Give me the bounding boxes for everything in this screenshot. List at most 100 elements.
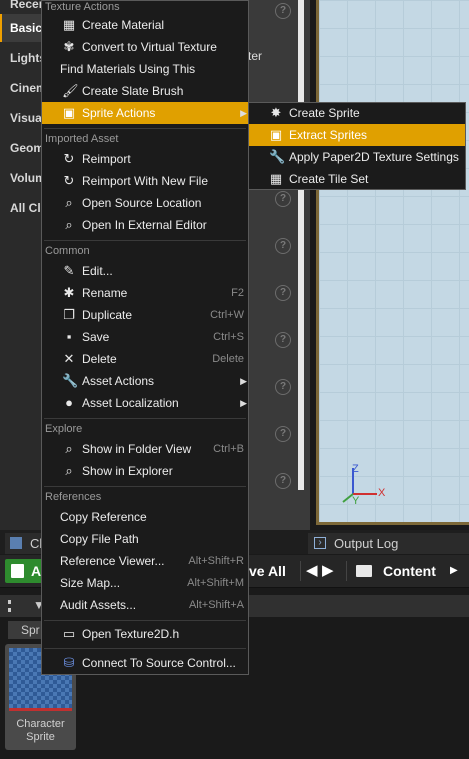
history-back-icon[interactable]: ◀ (306, 555, 318, 587)
reimport-file-icon: ↻ (63, 173, 75, 188)
help-icon[interactable]: ? (275, 332, 291, 348)
sprite-actions-icon: ▣ (62, 105, 76, 120)
save-icon: ▪ (66, 329, 72, 344)
menu-show-in-folder-view[interactable]: ⌕ Show in Folder View Ctrl+B (42, 438, 248, 460)
place-category-visual-effects[interactable]: Visual Effects (0, 104, 42, 132)
delete-icon: ✕ (63, 351, 75, 366)
reimport-icon: ↻ (63, 151, 75, 166)
asset-name: Character Sprite (16, 718, 65, 743)
place-category-volumes[interactable]: Volumes (0, 164, 42, 192)
folder-search-icon: ⌕ (65, 195, 73, 210)
save-all-button[interactable]: ve All (249, 555, 286, 587)
source-path-chip[interactable]: Spr (8, 621, 42, 639)
menu-rename[interactable]: ✱ Rename F2 (42, 282, 248, 304)
axis-y-label: Y (352, 495, 360, 507)
details-scrollbar[interactable] (298, 0, 304, 490)
output-log-icon: › (314, 537, 326, 549)
menu-separator (44, 240, 246, 241)
menu-create-material[interactable]: ▦ Create Material (42, 14, 248, 36)
asset-context-menu: Texture Actions ▦ Create Material ✾ Conv… (41, 0, 249, 675)
help-icon[interactable]: ? (275, 426, 291, 442)
duplicate-icon: ❐ (63, 307, 75, 322)
section-references: References (45, 491, 102, 503)
help-icon[interactable]: ? (275, 285, 291, 301)
menu-sprite-actions[interactable]: ▣ Sprite Actions ▶ (42, 102, 248, 124)
submenu-arrow-icon: ▶ (240, 376, 247, 386)
search-explorer-icon: ⌕ (65, 463, 73, 478)
tab-output-log[interactable]: › Output Log (308, 533, 469, 554)
content-browser-icon (10, 537, 22, 549)
toolbar-divider (346, 561, 347, 581)
help-icon[interactable]: ? (275, 238, 291, 254)
menu-reference-viewer[interactable]: Reference Viewer... Alt+Shift+R (42, 550, 248, 572)
history-forward-icon[interactable]: ▶ (322, 555, 334, 587)
menu-show-in-explorer[interactable]: ⌕ Show in Explorer (42, 460, 248, 482)
help-icon[interactable]: ? (275, 3, 291, 19)
menu-extract-sprites[interactable]: ▣ Extract Sprites (249, 124, 465, 146)
extract-sprites-icon: ▣ (269, 127, 283, 142)
place-category-all-classes[interactable]: All Classes (0, 194, 42, 222)
menu-open-external-editor[interactable]: ⌕ Open In External Editor (42, 214, 248, 236)
submenu-arrow-icon: ▶ (240, 108, 247, 118)
menu-reimport[interactable]: ↻ Reimport (42, 148, 248, 170)
edit-icon: ✎ (63, 263, 75, 278)
place-actors-panel: Recent Basic Lights Cinematic Visual Eff… (0, 0, 42, 530)
add-file-icon (11, 564, 24, 578)
menu-separator (44, 648, 246, 649)
menu-asset-actions[interactable]: 🔧 Asset Actions ▶ (42, 370, 248, 392)
details-partial-label: ter (248, 49, 263, 63)
sprite-actions-submenu: ✸ Create Sprite ▣ Extract Sprites 🔧 Appl… (248, 102, 466, 190)
section-explore: Explore (45, 423, 83, 435)
virtual-texture-icon: ✾ (63, 39, 75, 54)
source-control-icon: ⛁ (63, 655, 75, 670)
menu-open-header[interactable]: ▭ Open Texture2D.h (42, 623, 248, 645)
viewport[interactable]: Z Y X (316, 0, 469, 525)
path-crumb-content[interactable]: Content (383, 555, 436, 587)
menu-find-materials[interactable]: Find Materials Using This (42, 58, 248, 80)
apply-settings-icon: 🔧 (269, 149, 286, 164)
menu-size-map[interactable]: Size Map... Alt+Shift+M (42, 572, 248, 594)
menu-duplicate[interactable]: ❐ Duplicate Ctrl+W (42, 304, 248, 326)
menu-asset-localization[interactable]: ● Asset Localization ▶ (42, 392, 248, 414)
menu-copy-file-path[interactable]: Copy File Path (42, 528, 248, 550)
place-category-geometry[interactable]: Geometry (0, 134, 42, 162)
menu-save[interactable]: ▪ Save Ctrl+S (42, 326, 248, 348)
place-category-cinematic[interactable]: Cinematic (0, 74, 42, 102)
menu-create-tile-set[interactable]: ▦ Create Tile Set (249, 168, 465, 190)
menu-copy-reference[interactable]: Copy Reference (42, 506, 248, 528)
create-sprite-icon: ✸ (270, 105, 282, 120)
menu-convert-virtual-texture[interactable]: ✾ Convert to Virtual Texture (42, 36, 248, 58)
sources-toggle-icon[interactable] (8, 600, 24, 612)
place-category-basic[interactable]: Basic (0, 14, 42, 42)
tile-set-icon: ▦ (269, 171, 283, 186)
section-imported-asset: Imported Asset (45, 133, 119, 145)
menu-separator (44, 486, 246, 487)
menu-edit[interactable]: ✎ Edit... (42, 260, 248, 282)
material-icon: ▦ (62, 17, 76, 32)
help-icon[interactable]: ? (275, 191, 291, 207)
menu-reimport-new-file[interactable]: ↻ Reimport With New File (42, 170, 248, 192)
help-icon[interactable]: ? (275, 379, 291, 395)
menu-delete[interactable]: ✕ Delete Delete (42, 348, 248, 370)
viewport-grid (319, 0, 469, 522)
menu-connect-source-control[interactable]: ⛁ Connect To Source Control... (42, 652, 248, 674)
submenu-arrow-icon: ▶ (240, 398, 247, 408)
menu-apply-paper2d-settings[interactable]: 🔧 Apply Paper2D Texture Settings (249, 146, 465, 168)
menu-create-sprite[interactable]: ✸ Create Sprite (249, 102, 465, 124)
menu-create-slate-brush[interactable]: 🖌 Create Slate Brush (42, 80, 248, 102)
brush-icon: 🖌 (62, 83, 79, 98)
tab-content-browser[interactable]: Cl (5, 533, 43, 554)
path-chevron-icon[interactable]: ▶ (450, 555, 458, 587)
menu-separator (44, 128, 246, 129)
axis-z-label: Z (352, 463, 359, 475)
external-editor-icon: ⌕ (65, 217, 73, 232)
code-file-icon: ▭ (62, 626, 76, 641)
menu-open-source-location[interactable]: ⌕ Open Source Location (42, 192, 248, 214)
rename-icon: ✱ (63, 285, 75, 300)
add-new-button[interactable]: Ad (5, 559, 50, 583)
menu-separator (44, 620, 246, 621)
menu-audit-assets[interactable]: Audit Assets... Alt+Shift+A (42, 594, 248, 616)
help-icon[interactable]: ? (275, 473, 291, 489)
wrench-icon: 🔧 (62, 373, 79, 388)
place-category-lights[interactable]: Lights (0, 44, 42, 72)
